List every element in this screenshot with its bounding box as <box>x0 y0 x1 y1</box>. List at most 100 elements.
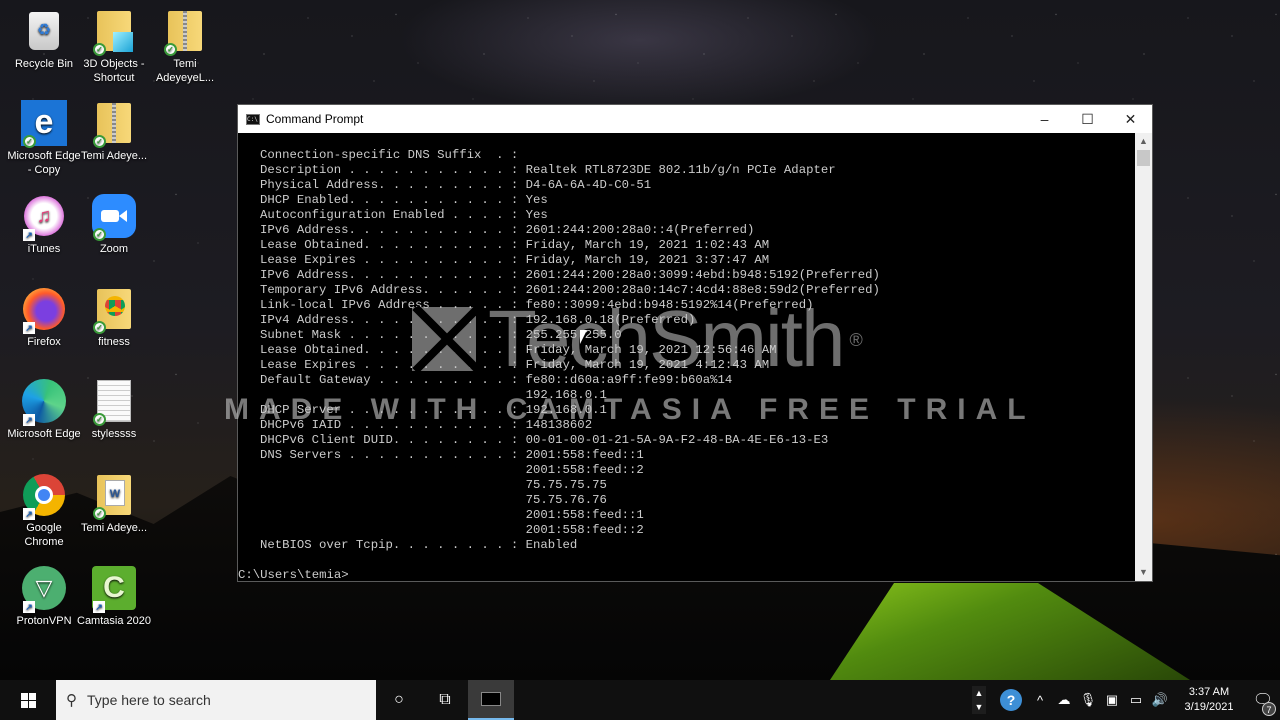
desktop-icon-fitness[interactable]: ✓ fitness <box>76 286 152 349</box>
desktop-icon-temi-zip[interactable]: ✓ Temi AdeyeyeL... <box>147 8 223 85</box>
firefox-icon: ↗ <box>21 286 67 334</box>
cortana-button[interactable]: ○ <box>376 680 422 720</box>
chrome-document-folder-icon: ✓ <box>91 286 137 334</box>
console-line: Lease Obtained. . . . . . . . . . : Frid… <box>260 343 777 357</box>
sync-ok-icon: ✓ <box>23 135 36 148</box>
desktop-icon-label: ProtonVPN <box>16 615 72 627</box>
cmd-app-icon: C:\ <box>246 113 260 125</box>
desktop-icon-temi-word[interactable]: W ✓ Temi Adeye... <box>76 472 152 535</box>
console-line: DHCP Enabled. . . . . . . . . . . : Yes <box>260 193 548 207</box>
start-button[interactable] <box>0 680 56 720</box>
console-line: IPv6 Address. . . . . . . . . . . : 2601… <box>260 223 755 237</box>
desktop-icon-label: fitness <box>98 336 130 348</box>
scrollbar-thumb[interactable] <box>1137 150 1150 166</box>
recycle-bin-icon: ♻ <box>21 8 67 54</box>
console-line: DNS Servers . . . . . . . . . . . : 2001… <box>260 448 644 462</box>
battery-power-icon[interactable]: ▭ <box>1124 692 1148 708</box>
minimize-button[interactable]: – <box>1023 105 1066 133</box>
show-hidden-icons-chevron-icon[interactable]: ^ <box>1028 693 1052 708</box>
3d-objects-folder-icon: ✓ <box>91 8 137 56</box>
console-line: Lease Expires . . . . . . . . . . : Frid… <box>260 358 770 372</box>
clock-time: 3:37 AM <box>1188 686 1230 698</box>
desktop-icon-label: Temi AdeyeyeL... <box>155 58 215 84</box>
taskbar-search-box[interactable]: ⚲ Type here to search <box>56 680 376 720</box>
desktop-icon-label: Firefox <box>27 336 61 348</box>
windows-logo-icon <box>20 692 36 708</box>
console-line: DHCP Server . . . . . . . . . . . : 192.… <box>260 403 607 417</box>
desktop-icon-edge[interactable]: ↗ Microsoft Edge <box>6 378 82 441</box>
console-line: 192.168.0.1 <box>260 388 607 402</box>
close-button[interactable]: ✕ <box>1109 105 1152 133</box>
console-line: Connection-specific DNS Suffix . : <box>260 148 519 162</box>
document-icon: ✓ <box>91 378 137 426</box>
desktop-icon-label: Camtasia 2020 <box>77 615 151 627</box>
desktop-icon-label: Microsoft Edge <box>7 428 81 440</box>
console-line: DHCPv6 Client DUID. . . . . . . . : 00-0… <box>260 433 829 447</box>
console-line: Autoconfiguration Enabled . . . . : Yes <box>260 208 548 222</box>
scroll-up-arrow-icon[interactable]: ▲ <box>1135 133 1152 150</box>
task-view-icon: ⧉ <box>439 691 451 708</box>
command-prompt-window[interactable]: C:\ Command Prompt – ☐ ✕ Connection-spec… <box>237 104 1153 582</box>
cortana-circle-icon: ○ <box>394 691 404 708</box>
volume-icon[interactable]: 🔊 <box>1148 692 1172 708</box>
console-line: Lease Expires . . . . . . . . . . : Frid… <box>260 253 770 267</box>
microphone-icon[interactable]: 🎙 <box>1076 692 1100 708</box>
help-icon[interactable]: ? <box>1000 689 1022 711</box>
console-line: 2001:558:feed::2 <box>260 463 644 477</box>
desktop-icon-stylessss[interactable]: ✓ stylessss <box>76 378 152 441</box>
sync-ok-icon: ✓ <box>164 43 177 56</box>
scroll-down-arrow-icon[interactable]: ▼ <box>1135 564 1152 581</box>
shortcut-arrow-icon: ↗ <box>23 601 35 613</box>
action-center-button[interactable]: 🗨 7 <box>1246 690 1280 716</box>
console-line: 75.75.75.75 <box>260 478 607 492</box>
console-line: NetBIOS over Tcpip. . . . . . . . : Enab… <box>260 538 578 552</box>
itunes-icon: ♫ ↗ <box>21 193 67 241</box>
taskbar-clock[interactable]: 3:37 AM 3/19/2021 <box>1178 685 1240 715</box>
sync-ok-icon: ✓ <box>93 321 106 334</box>
zip-folder-icon: ✓ <box>162 8 208 56</box>
desktop-icon-recycle-bin[interactable]: ♻ Recycle Bin <box>6 8 82 71</box>
word-document-icon: W ✓ <box>91 472 137 520</box>
tray-scroll-arrows[interactable]: ▲ ▼ <box>972 686 986 714</box>
edge-legacy-icon: e ✓ <box>21 100 67 148</box>
protonvpn-icon: ▽ ↗ <box>21 565 67 613</box>
mouse-cursor-icon <box>580 330 587 344</box>
shortcut-arrow-icon: ↗ <box>23 322 35 334</box>
sync-ok-icon: ✓ <box>93 507 106 520</box>
desktop-icon-firefox[interactable]: ↗ Firefox <box>6 286 82 349</box>
desktop-icon-temi-zip-2[interactable]: ✓ Temi Adeye... <box>76 100 152 163</box>
desktop-icon-label: Temi Adeye... <box>80 150 148 162</box>
shortcut-arrow-icon: ↗ <box>93 601 105 613</box>
zip-folder-icon: ✓ <box>91 100 137 148</box>
desktop-icon-camtasia[interactable]: C ↗ Camtasia 2020 <box>76 565 152 628</box>
desktop-icon-zoom[interactable]: ✓ Zoom <box>76 193 152 256</box>
vertical-scrollbar[interactable]: ▲ ▼ <box>1135 133 1152 581</box>
desktop-icon-3d-objects[interactable]: ✓ 3D Objects - Shortcut <box>76 8 152 85</box>
console-output[interactable]: Connection-specific DNS Suffix . : Descri… <box>238 133 1135 581</box>
notification-count-badge: 7 <box>1262 702 1276 716</box>
console-line: Lease Obtained. . . . . . . . . . : Frid… <box>260 238 770 252</box>
desktop-icon-itunes[interactable]: ♫ ↗ iTunes <box>6 193 82 256</box>
console-line: IPv4 Address. . . . . . . . . . . : 192.… <box>260 313 696 327</box>
display-notification-icon[interactable]: ▣ <box>1100 692 1124 708</box>
desktop-icon-label: Recycle Bin <box>14 58 74 70</box>
zoom-icon: ✓ <box>91 193 137 241</box>
sync-ok-icon: ✓ <box>93 43 106 56</box>
desktop-icon-chrome[interactable]: ↗ Google Chrome <box>6 472 82 549</box>
command-prompt-taskbar-icon <box>481 692 501 706</box>
desktop-icon-edge-copy[interactable]: e ✓ Microsoft Edge - Copy <box>6 100 82 177</box>
console-prompt[interactable]: C:\Users\temia> <box>238 568 1135 581</box>
chrome-icon: ↗ <box>21 472 67 520</box>
maximize-button[interactable]: ☐ <box>1066 105 1109 133</box>
console-line: 75.75.76.76 <box>260 493 607 507</box>
desktop-icon-label: stylessss <box>91 428 137 440</box>
sync-ok-icon: ✓ <box>93 413 106 426</box>
sync-ok-icon: ✓ <box>93 228 106 241</box>
desktop-icon-protonvpn[interactable]: ▽ ↗ ProtonVPN <box>6 565 82 628</box>
onedrive-cloud-icon[interactable]: ☁ <box>1052 692 1076 708</box>
taskbar-app-command-prompt[interactable] <box>468 680 514 720</box>
window-titlebar[interactable]: C:\ Command Prompt – ☐ ✕ <box>238 105 1152 133</box>
console-line: 2001:558:feed::1 <box>260 508 644 522</box>
task-view-button[interactable]: ⧉ <box>422 680 468 720</box>
search-placeholder: Type here to search <box>87 692 211 708</box>
